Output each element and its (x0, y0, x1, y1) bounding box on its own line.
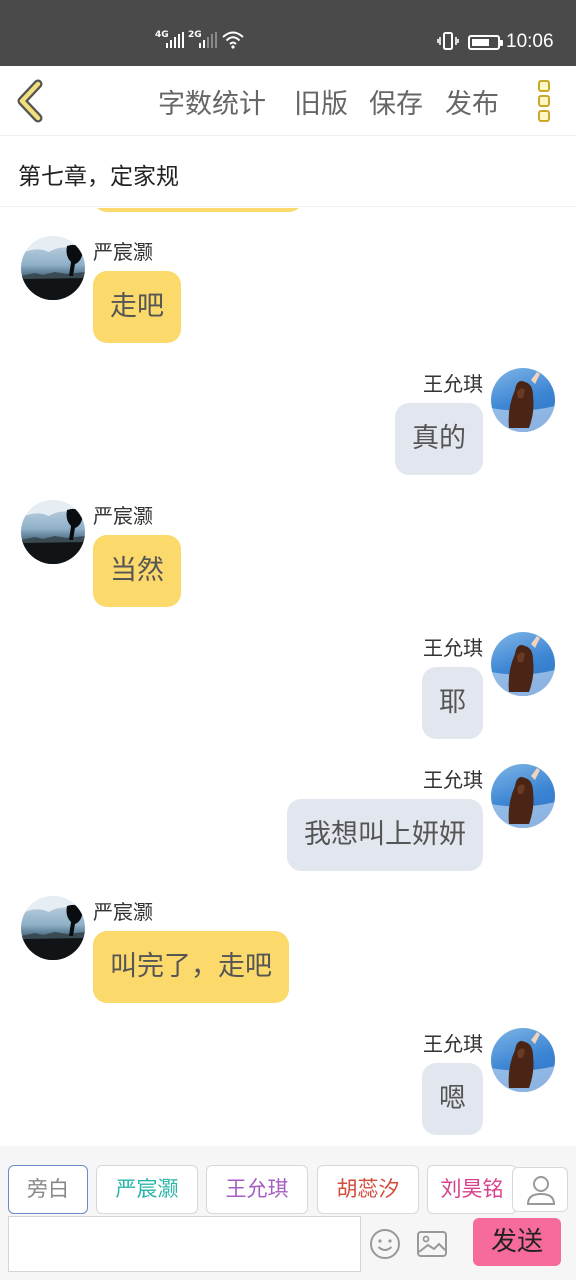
vibrate-icon (437, 32, 459, 50)
message-bubble[interactable]: 走吧 (93, 271, 181, 343)
message-bubble[interactable]: 嗯 (422, 1063, 483, 1135)
composer-bar: 发送 (0, 1216, 576, 1280)
publish-button[interactable]: 发布 (445, 82, 499, 121)
role-chip[interactable]: 胡蕊汐 (317, 1165, 419, 1214)
role-chip[interactable]: 王允琪 (206, 1165, 308, 1214)
save-button[interactable]: 保存 (369, 82, 423, 121)
message-bubble[interactable]: 真的 (395, 403, 483, 475)
avatar[interactable] (21, 236, 85, 300)
editor-toolbar: 字数统计 旧版 保存 发布 (0, 66, 576, 136)
back-button[interactable] (10, 76, 54, 126)
send-button[interactable]: 发送 (473, 1218, 561, 1266)
wifi-icon (222, 31, 244, 49)
sender-name: 严宸灏 (93, 900, 153, 924)
avatar[interactable] (491, 368, 555, 432)
chat-area[interactable]: 严宸灏 走吧 王允琪 真的 严宸灏 当然 王允琪耶王允琪 我想叫上妍妍 严宸灏 叫完了，走吧 王允琪… (0, 208, 576, 1146)
role-chip[interactable]: 严宸灏 (96, 1165, 198, 1214)
role-selector: 刘昊铭 胡蕊汐 王允琪 严宸灏 旁白 (0, 1146, 576, 1216)
image-icon[interactable] (416, 1230, 448, 1258)
vertical-dots-icon (538, 80, 550, 92)
message-input[interactable] (8, 1216, 361, 1272)
battery-icon (468, 35, 503, 50)
role-chip[interactable]: 刘昊铭 (427, 1165, 517, 1214)
signal-2-icon (199, 32, 217, 48)
chapter-header: 第七章，定家规 (0, 137, 576, 207)
word-count-button[interactable]: 字数统计 (158, 82, 266, 121)
avatar[interactable] (491, 1028, 555, 1092)
message-bubble-partial[interactable] (93, 208, 303, 212)
avatar[interactable] (491, 764, 555, 828)
chapter-title[interactable]: 第七章，定家规 (18, 157, 179, 191)
sender-name: 严宸灏 (93, 240, 153, 264)
message-bubble[interactable]: 叫完了，走吧 (93, 931, 289, 1003)
message-bubble[interactable]: 我想叫上妍妍 (287, 799, 483, 871)
clock: 10:06 (506, 31, 554, 52)
message-bubble[interactable]: 当然 (93, 535, 181, 607)
status-bar: 4G 2G 10:06 (0, 0, 576, 66)
role-manage-button[interactable] (512, 1167, 568, 1212)
sender-name: 王允琪 (423, 636, 483, 660)
avatar[interactable] (491, 632, 555, 696)
sender-name: 王允琪 (423, 372, 483, 396)
avatar[interactable] (21, 896, 85, 960)
signal-1-icon (166, 32, 184, 48)
smiley-icon[interactable] (369, 1228, 401, 1260)
sender-name: 严宸灏 (93, 504, 153, 528)
sender-name: 王允琪 (423, 768, 483, 792)
avatar[interactable] (21, 500, 85, 564)
sender-name: 王允琪 (423, 1032, 483, 1056)
more-options-button[interactable] (528, 78, 560, 124)
old-version-button[interactable]: 旧版 (294, 82, 348, 121)
role-chip[interactable]: 旁白 (8, 1165, 88, 1214)
message-bubble[interactable]: 耶 (422, 667, 483, 739)
person-icon (526, 1176, 556, 1205)
